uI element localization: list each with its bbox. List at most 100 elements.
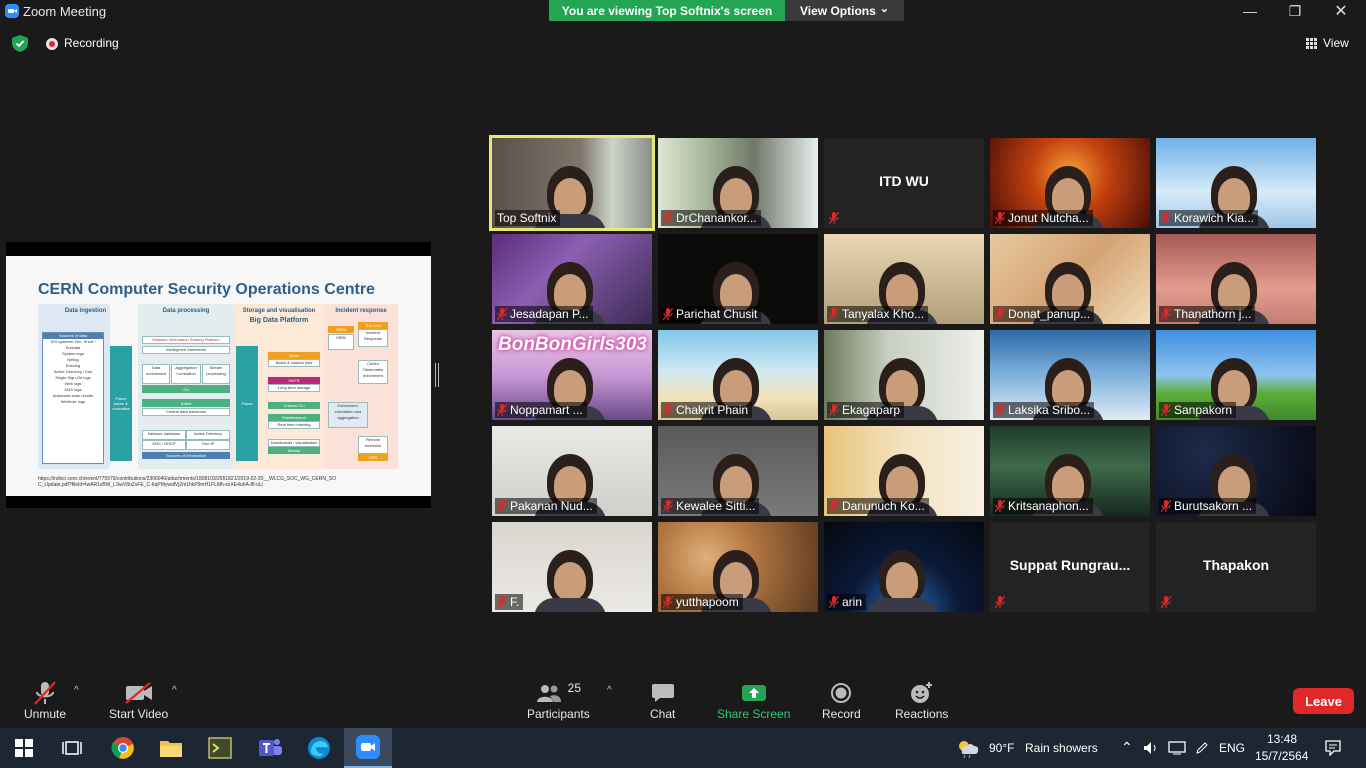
input-language[interactable]: ENG <box>1219 741 1245 755</box>
participant-name-label: Danunuch Ko... <box>827 498 929 514</box>
participant-tile[interactable]: yutthapoom <box>658 522 818 612</box>
notification-icon[interactable] <box>1325 740 1341 756</box>
start-video-button[interactable]: Start Video <box>109 679 168 721</box>
recording-label[interactable]: Recording <box>64 36 119 50</box>
participant-tile[interactable]: Jonut Nutcha... <box>990 138 1150 228</box>
participant-tile[interactable]: Ekagaparp <box>824 330 984 420</box>
participant-tile[interactable]: Korawich Kia... <box>1156 138 1316 228</box>
participant-name-label <box>1159 594 1175 610</box>
participant-tile[interactable]: ITD WU <box>824 138 984 228</box>
participant-tile[interactable]: arin <box>824 522 984 612</box>
participant-tile[interactable]: Suppat Rungrau... <box>990 522 1150 612</box>
participant-tile[interactable]: Parichat Chusit <box>658 234 818 324</box>
participant-tile[interactable]: Donat_panup... <box>990 234 1150 324</box>
participant-tile[interactable]: Tanyalax Kho... <box>824 234 984 324</box>
slide-box-incident: Incident Response <box>358 329 388 347</box>
participant-tile[interactable]: Kewalee Sitti... <box>658 426 818 516</box>
chrome-icon[interactable] <box>99 728 147 768</box>
participant-name: Pakanan Nud... <box>510 499 593 513</box>
participant-name: Ekagaparp <box>842 403 901 417</box>
participant-body <box>866 598 938 612</box>
participant-tile[interactable]: Burutsakorn ... <box>1156 426 1316 516</box>
microphone-muted-icon <box>1160 595 1172 609</box>
video-off-icon <box>124 679 153 707</box>
reactions-button[interactable]: Reactions <box>895 679 948 721</box>
terminal-app-icon[interactable] <box>196 728 244 768</box>
participant-count: 25 <box>567 681 582 695</box>
participant-tile[interactable]: BonBonGirls303 Noppamart ... <box>492 330 652 420</box>
share-screen-button[interactable]: Share Screen <box>717 679 790 721</box>
participant-tile[interactable]: Pakanan Nud... <box>492 426 652 516</box>
file-explorer-icon[interactable] <box>147 728 195 768</box>
view-options-label: View Options <box>799 3 876 18</box>
slide-grr: GRR <box>358 454 388 461</box>
participant-tile[interactable]: Chakrit Phain <box>658 330 818 420</box>
participant-name-label: Laksika Sribo... <box>993 402 1095 418</box>
participant-name-label <box>827 210 843 226</box>
slide-box-misp: Malware Information Sharing Platform <box>142 336 230 344</box>
microphone-muted-icon <box>994 403 1006 417</box>
participant-tile[interactable]: Kritsanaphon... <box>990 426 1150 516</box>
leave-button[interactable]: Leave <box>1293 688 1354 714</box>
participant-tile[interactable]: Thapakon <box>1156 522 1316 612</box>
microphone-muted-icon <box>828 595 840 609</box>
edge-icon[interactable] <box>295 728 343 768</box>
participant-tile[interactable]: Laksika Sribo... <box>990 330 1150 420</box>
slide-text: Observable enrichment <box>362 367 384 378</box>
chat-button[interactable]: Chat <box>650 679 675 721</box>
viewing-screen-banner: You are viewing Top Softnix's screen <box>549 0 785 21</box>
participant-tile[interactable]: Sanpakorn <box>1156 330 1316 420</box>
grid-view-icon <box>1306 37 1317 49</box>
slide-box-aggregation: Aggregation Correlation <box>171 364 201 384</box>
shared-screen[interactable]: CERN Computer Security Operations Centre… <box>6 242 431 508</box>
participant-display-name: Suppat Rungrau... <box>1009 557 1131 573</box>
participant-name: Jesadapan P... <box>510 307 589 321</box>
participant-tile[interactable]: Jesadapan P... <box>492 234 652 324</box>
slide-box-enrich: Data enrichment <box>142 364 170 384</box>
microphone-muted-icon <box>994 595 1006 609</box>
slide-box-dns: DNS / DHCP <box>142 440 186 450</box>
volume-icon[interactable] <box>1143 741 1159 755</box>
audio-options-caret-icon[interactable]: ^ <box>74 685 79 696</box>
split-resize-handle[interactable] <box>435 363 439 387</box>
slide-box-netdb: Network database <box>142 430 186 440</box>
participant-name-label: Noppamart ... <box>495 402 587 418</box>
zoom-taskbar-icon[interactable] <box>344 728 392 768</box>
participants-caret-icon[interactable]: ^ <box>607 685 612 696</box>
windows-start-icon[interactable] <box>0 728 48 768</box>
participant-tile[interactable]: DrChanankor... <box>658 138 818 228</box>
unmute-button[interactable]: Unmute <box>24 679 66 721</box>
video-options-caret-icon[interactable]: ^ <box>172 685 177 696</box>
participant-name: Burutsakorn ... <box>1174 499 1253 513</box>
restore-button[interactable]: ❐ <box>1272 0 1318 22</box>
teams-icon[interactable] <box>246 728 294 768</box>
participants-button[interactable]: 25 Participants <box>527 679 590 721</box>
clock-date[interactable]: 15/7/2564 <box>1255 749 1308 763</box>
zoom-logo-icon <box>5 4 19 18</box>
participant-tile[interactable]: Danunuch Ko... <box>824 426 984 516</box>
microphone-muted-icon <box>496 595 508 609</box>
close-button[interactable]: ✕ <box>1318 0 1364 22</box>
participant-tile[interactable]: F. <box>492 522 652 612</box>
record-button[interactable]: Record <box>822 679 861 721</box>
participant-name: Kritsanaphon... <box>1008 499 1089 513</box>
rain-cloud-icon[interactable] <box>956 738 980 758</box>
task-view-icon[interactable] <box>48 728 96 768</box>
clock-time[interactable]: 13:48 <box>1267 732 1297 746</box>
participant-tile[interactable]: Top Softnix <box>489 135 655 231</box>
encryption-shield-icon[interactable] <box>12 35 28 52</box>
chevron-up-icon[interactable]: ⌃ <box>1121 739 1133 756</box>
participant-name-label <box>993 594 1009 610</box>
view-options-button[interactable]: View Options ⌄ <box>785 0 904 21</box>
participant-face <box>886 562 918 600</box>
participant-name: Laksika Sribo... <box>1008 403 1091 417</box>
microphone-muted-icon <box>496 499 508 513</box>
participant-tile[interactable]: Thanathorn j... <box>1156 234 1316 324</box>
pen-icon[interactable] <box>1195 741 1209 755</box>
reactions-label: Reactions <box>895 707 949 721</box>
participants-icon <box>536 685 561 702</box>
participant-name: yutthapoom <box>676 595 739 609</box>
view-button[interactable]: View <box>1306 36 1349 50</box>
network-icon[interactable] <box>1168 741 1186 755</box>
minimize-button[interactable]: — <box>1227 0 1273 22</box>
